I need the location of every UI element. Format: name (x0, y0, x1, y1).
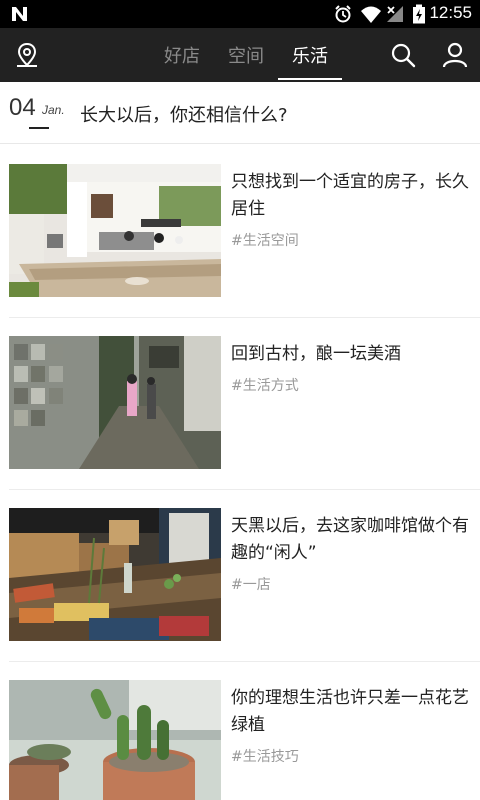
article-tag[interactable]: #生活空间 (231, 230, 299, 250)
article-card[interactable]: 只想找到一个适宜的房子，长久居住 #生活空间 (0, 164, 480, 298)
article-thumbnail[interactable] (9, 164, 221, 297)
divider (9, 661, 480, 662)
signal-icon (387, 6, 403, 22)
status-time: 12:55 (429, 3, 472, 22)
divider (9, 317, 480, 318)
alarm-icon (335, 5, 351, 23)
article-card[interactable]: 你的理想生活也许只差一点花艺绿植 #生活技巧 (0, 680, 480, 800)
article-thumbnail[interactable] (9, 336, 221, 469)
battery-icon (413, 4, 425, 24)
article-title[interactable]: 你的理想生活也许只差一点花艺绿植 (231, 685, 471, 739)
article-tag[interactable]: #生活方式 (231, 375, 299, 395)
location-icon[interactable] (13, 41, 41, 69)
article-card[interactable]: 回到古村，酿一坛美酒 #生活方式 (0, 336, 480, 470)
article-thumbnail[interactable] (9, 508, 221, 641)
article-tag[interactable]: #生活技巧 (231, 746, 299, 766)
article-card[interactable]: 天黑以后，去这家咖啡馆做个有趣的“闲人” #一店 (0, 508, 480, 642)
divider (9, 489, 480, 490)
article-tag[interactable]: #一店 (231, 574, 271, 594)
n-logo-icon (12, 7, 27, 21)
tab-lehuo[interactable]: 乐活 (278, 28, 342, 82)
app-bar: 好店 空间 乐活 (0, 28, 480, 82)
wifi-icon (361, 6, 381, 23)
search-icon[interactable] (389, 41, 417, 69)
date-month: Jan. (42, 103, 65, 117)
tab-haodian[interactable]: 好店 (150, 28, 214, 82)
date-day: 04 (9, 94, 36, 121)
article-title[interactable]: 天黑以后，去这家咖啡馆做个有趣的“闲人” (231, 513, 471, 567)
status-bar: 12:55 (0, 0, 480, 28)
article-title[interactable]: 只想找到一个适宜的房子，长久居住 (231, 169, 471, 223)
tab-kongjian[interactable]: 空间 (214, 28, 278, 82)
daily-question[interactable]: 长大以后，你还相信什么? (80, 101, 288, 127)
user-icon[interactable] (441, 41, 469, 69)
category-tabs: 好店 空间 乐活 (150, 28, 342, 82)
article-title[interactable]: 回到古村，酿一坛美酒 (231, 341, 471, 368)
article-thumbnail[interactable] (9, 680, 221, 800)
date-header: 04 Jan. 长大以后，你还相信什么? (0, 82, 480, 144)
date-underline (29, 127, 49, 129)
